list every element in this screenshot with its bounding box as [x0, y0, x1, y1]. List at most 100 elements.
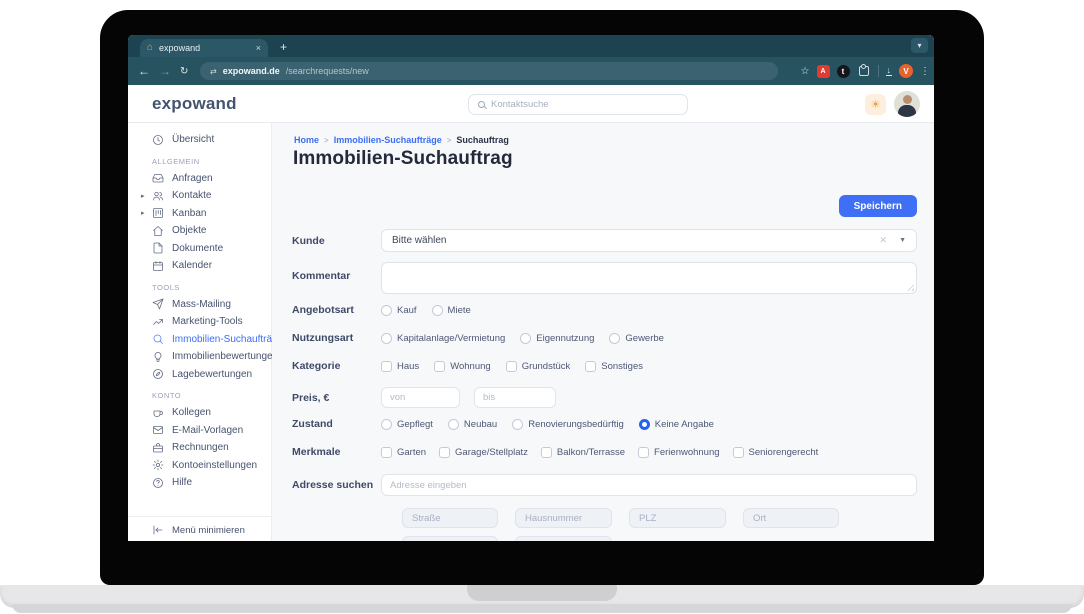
radio-icon[interactable] — [381, 304, 392, 316]
plz-input[interactable] — [629, 508, 726, 528]
sidebar-item-kalender[interactable]: Kalender — [128, 257, 271, 275]
radio-keine-angabe[interactable]: Keine Angabe — [638, 418, 714, 430]
breadcrumb-separator: > — [324, 135, 329, 145]
radio-selected-icon[interactable] — [638, 418, 650, 430]
checkbox-icon[interactable] — [381, 360, 392, 372]
sidebar-item-uebersicht[interactable]: Übersicht — [128, 131, 271, 149]
resize-handle[interactable] — [907, 284, 914, 291]
strasse-input[interactable] — [402, 508, 498, 528]
radio-gepflegt[interactable]: Gepflegt — [381, 418, 433, 430]
radio-icon[interactable] — [381, 332, 392, 344]
sidebar-item-rechnungen[interactable]: Rechnungen — [128, 439, 271, 457]
app-logo[interactable]: expowand — [152, 94, 237, 114]
adresse-input[interactable] — [381, 474, 917, 496]
checkbox-grundstueck[interactable]: Grundstück — [505, 360, 570, 372]
radio-eigennutzung[interactable]: Eigennutzung — [520, 332, 594, 344]
new-tab-button[interactable]: + — [280, 39, 287, 55]
radio-kapitalanlage[interactable]: Kapitalanlage/Vermietung — [381, 332, 505, 344]
radio-miete[interactable]: Miete — [431, 304, 471, 316]
radio-icon[interactable] — [381, 418, 392, 430]
dropdown-arrow-icon[interactable]: ▼ — [899, 237, 906, 244]
radio-icon[interactable] — [609, 332, 621, 344]
pdf-extension-icon[interactable]: A — [816, 64, 830, 78]
checkbox-sonstiges[interactable]: Sonstiges — [585, 360, 643, 372]
address-detail-extra[interactable] — [402, 536, 498, 541]
sidebar-minimize-button[interactable]: Menü minimieren — [152, 524, 245, 536]
browser-tab[interactable]: ⌂ expowand × — [140, 39, 268, 57]
sidebar-item-mass-mailing[interactable]: Mass-Mailing — [128, 296, 271, 314]
bookmark-star-icon[interactable]: ☆ — [801, 66, 810, 77]
sidebar-item-objekte[interactable]: Objekte — [128, 222, 271, 240]
breadcrumb-suchauftraege[interactable]: Immobilien-Suchaufträge — [334, 135, 442, 145]
checkbox-haus[interactable]: Haus — [381, 360, 419, 372]
sidebar-item-lagebewertungen[interactable]: Lagebewertungen — [128, 366, 271, 384]
sidebar-item-immobilienbewertungen[interactable]: Immobilienbewertungen — [128, 348, 278, 366]
checkbox-seniorengerecht[interactable]: Seniorengerecht — [732, 446, 818, 458]
briefcase-icon — [153, 442, 163, 453]
checkbox-wohnung[interactable]: Wohnung — [434, 360, 491, 372]
checkbox-icon[interactable] — [638, 446, 650, 458]
radio-icon[interactable] — [431, 304, 443, 316]
extensions-puzzle-icon[interactable] — [858, 64, 869, 76]
sidebar-item-hilfe[interactable]: Hilfe — [128, 474, 271, 492]
clear-icon[interactable]: ✕ — [880, 235, 888, 246]
radio-icon[interactable] — [447, 418, 459, 430]
sidebar-item-anfragen[interactable]: Anfragen — [128, 170, 271, 188]
ort-input[interactable] — [743, 508, 839, 528]
preis-von-input[interactable] — [381, 387, 460, 408]
sidebar-item-kollegen[interactable]: Kollegen — [128, 404, 271, 422]
chevron-down-icon[interactable]: ▾ — [911, 38, 928, 53]
forward-icon[interactable]: → — [159, 57, 171, 85]
form-row-zustand: Zustand Gepflegt Neubau Renovierungsbedü… — [292, 418, 714, 430]
hausnummer-input[interactable] — [515, 508, 612, 528]
tune-icon[interactable]: ⇄ — [210, 67, 217, 76]
user-avatar[interactable] — [894, 91, 920, 117]
radio-icon[interactable] — [512, 418, 524, 430]
checkbox-icon[interactable] — [381, 446, 392, 458]
url-bar[interactable]: ⇄ expowand.de /searchrequests/new — [200, 62, 778, 80]
theme-toggle-button[interactable]: ☀ — [865, 94, 886, 115]
contact-search-input[interactable]: Kontaktsuche — [468, 94, 688, 115]
preis-bis-input[interactable] — [474, 387, 556, 408]
breadcrumb-home[interactable]: Home — [294, 135, 319, 145]
kommentar-textarea[interactable] — [381, 262, 917, 294]
sidebar-item-kontakte[interactable]: ▸ Kontakte — [128, 187, 271, 205]
checkbox-garten[interactable]: Garten — [381, 446, 426, 458]
dark-extension-icon[interactable]: t — [836, 64, 850, 78]
sidebar-item-dokumente[interactable]: Dokumente — [128, 240, 271, 258]
checkbox-icon[interactable] — [732, 446, 744, 458]
sidebar-item-immobilien-suchauftraege[interactable]: Immobilien-Suchaufträge — [128, 331, 283, 349]
checkbox-icon[interactable] — [585, 360, 597, 372]
chevron-right-icon[interactable]: ▸ — [141, 192, 145, 200]
menu-dots-icon[interactable]: ⋮ — [920, 66, 930, 77]
radio-gewerbe[interactable]: Gewerbe — [609, 332, 664, 344]
radio-kauf[interactable]: Kauf — [381, 304, 417, 316]
download-icon[interactable]: ↓ — [885, 66, 892, 76]
sidebar: Übersicht ALLGEMEIN Anfragen ▸ Kontakte … — [128, 123, 283, 541]
checkbox-icon[interactable] — [540, 446, 552, 458]
reload-icon[interactable]: ↻ — [180, 57, 188, 85]
sidebar-item-marketing-tools[interactable]: Marketing-Tools — [128, 313, 271, 331]
checkbox-garage[interactable]: Garage/Stellplatz — [439, 446, 528, 458]
checkbox-icon[interactable] — [434, 360, 446, 372]
radio-icon[interactable] — [520, 332, 532, 344]
checkbox-ferienwohnung[interactable]: Ferienwohnung — [638, 446, 720, 458]
form-row-kommentar: Kommentar — [292, 262, 917, 294]
sidebar-item-kontoeinstellungen[interactable]: Kontoeinstellungen — [128, 457, 271, 475]
radio-neubau[interactable]: Neubau — [447, 418, 497, 430]
checkbox-icon[interactable] — [505, 360, 517, 372]
address-detail-extra[interactable] — [515, 536, 612, 541]
chevron-right-icon[interactable]: ▸ — [141, 209, 145, 217]
checkbox-icon[interactable] — [439, 446, 451, 458]
browser-profile-avatar[interactable]: V — [899, 64, 913, 78]
sidebar-item-kanban[interactable]: ▸ Kanban — [128, 205, 271, 223]
breadcrumb: Home > Immobilien-Suchaufträge > Suchauf… — [294, 135, 509, 145]
tab-close-icon[interactable]: × — [256, 43, 261, 53]
save-button[interactable]: Speichern — [838, 195, 917, 217]
sidebar-section-konto: KONTO — [152, 391, 182, 400]
kunde-select[interactable]: Bitte wählen ✕ ▼ — [381, 229, 917, 252]
back-icon[interactable]: ← — [138, 57, 150, 85]
radio-renovierungsbeduerftig[interactable]: Renovierungsbedürftig — [512, 418, 624, 430]
checkbox-balkon[interactable]: Balkon/Terrasse — [540, 446, 625, 458]
sidebar-item-email-vorlagen[interactable]: E-Mail-Vorlagen — [128, 422, 271, 440]
